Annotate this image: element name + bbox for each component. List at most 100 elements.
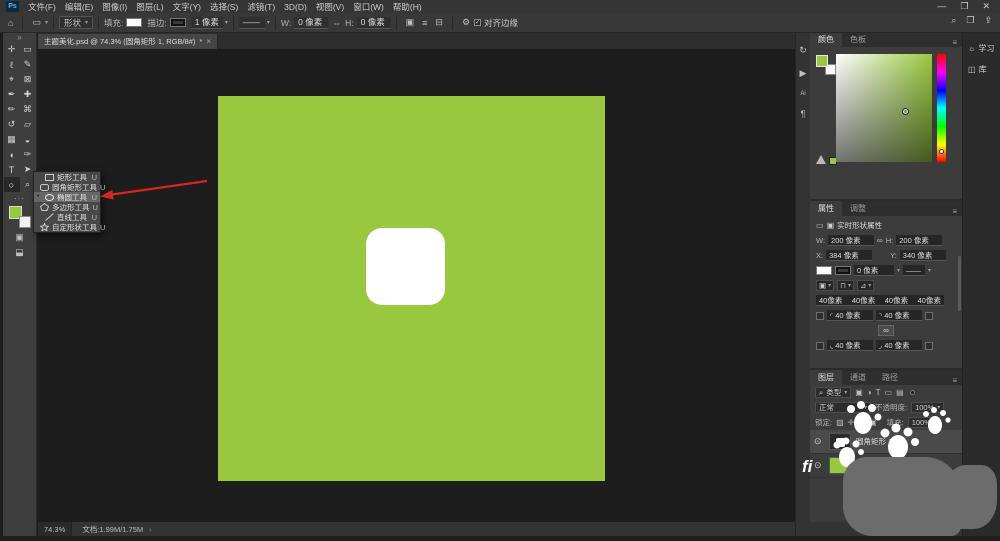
screen-mode-icon[interactable]: ⬓ [3, 247, 36, 258]
flyout-item-polygon[interactable]: 多边形工具 U [34, 202, 100, 212]
lock-position-icon[interactable]: ⊞ [858, 418, 865, 427]
menu-select[interactable]: 选择(S) [210, 1, 238, 13]
menu-window[interactable]: 窗口(W) [353, 1, 384, 13]
link-corners-button[interactable]: ∞ [878, 325, 894, 336]
corner-tl-toggle[interactable] [816, 311, 824, 320]
visibility-eye-icon[interactable]: ⊙ [814, 460, 824, 471]
clone-stamp-tool[interactable]: ⌘ [20, 102, 36, 117]
link-layers-icon[interactable]: ∞ [868, 525, 874, 534]
quick-select-tool[interactable]: ✎ [20, 57, 36, 72]
gear-icon[interactable]: ⚙ [462, 17, 470, 28]
fill-opacity-select[interactable]: 100% ▾ [907, 417, 941, 428]
opacity-select[interactable]: 100% ▾ [911, 402, 945, 413]
blend-mode-select[interactable]: 正常 ▾ [815, 402, 871, 413]
shape-y-field[interactable]: 340 像素 [899, 250, 946, 261]
eyedropper-tool[interactable]: ✒ [4, 87, 20, 102]
stroke-style-field[interactable]: —— [238, 16, 265, 29]
actions-panel-icon[interactable]: ▶ [796, 68, 810, 79]
move-tool[interactable]: ✛ [4, 42, 20, 57]
tool-mode-select[interactable]: 形状 ▾ [58, 16, 93, 29]
panel-menu-icon[interactable]: ≡ [952, 38, 957, 47]
new-group-icon[interactable]: ▱ [918, 525, 924, 534]
current-tool-icon[interactable]: ▭ [32, 17, 41, 28]
shape-stroke-style-field[interactable]: —— [903, 265, 926, 276]
tab-close-icon[interactable]: × [206, 37, 211, 46]
menu-3d[interactable]: 3D(D) [284, 2, 307, 12]
shape-x-field[interactable]: 384 像素 [826, 250, 873, 261]
scrollbar[interactable] [958, 256, 961, 311]
filter-adjustment-icon[interactable]: ◑ [867, 388, 872, 397]
shape-height-field[interactable]: 200 像素 [896, 235, 943, 246]
mask-props-icon[interactable]: ▣ [827, 221, 835, 230]
filter-toggle[interactable] [909, 390, 915, 395]
healing-brush-tool[interactable]: ✚ [20, 87, 36, 102]
height-field[interactable]: 0 像素 [356, 16, 391, 29]
zoom-level-field[interactable]: 74.3% [38, 522, 73, 536]
stroke-caps-select[interactable]: ⊓ ▾ [837, 280, 854, 291]
delete-layer-icon[interactable]: ⌧ [945, 525, 954, 534]
add-mask-icon[interactable]: ◙ [894, 525, 899, 534]
stroke-corners-select[interactable]: ⊿ ▾ [856, 280, 875, 291]
new-layer-icon[interactable]: ⊞ [931, 525, 938, 534]
eraser-tool[interactable]: ▱ [20, 117, 36, 132]
crop-tool[interactable]: ⌖ [4, 72, 20, 87]
visibility-eye-icon[interactable]: ⊙ [814, 436, 824, 447]
fill-swatch[interactable] [126, 18, 143, 27]
flyout-item-line[interactable]: 直线工具 U [34, 212, 100, 222]
filter-pixel-icon[interactable]: ▣ [855, 388, 863, 397]
link-wh-icon[interactable]: ∞ [877, 236, 883, 245]
foreground-swatch[interactable] [816, 55, 828, 67]
workspace-switcher-icon[interactable]: ❐ [966, 15, 974, 26]
restore-button[interactable]: ❐ [960, 1, 968, 12]
stroke-swatch[interactable] [169, 18, 186, 27]
minimize-button[interactable]: — [937, 1, 946, 12]
color-picker-marker[interactable] [902, 108, 910, 115]
share-icon[interactable]: ⇪ [984, 15, 992, 26]
layer-filter-select[interactable]: ⌕ 类型 ▾ [815, 387, 852, 398]
menu-file[interactable]: 文件(F) [28, 1, 56, 13]
layer-style-icon[interactable]: fx [881, 525, 887, 534]
lasso-tool[interactable]: ℓ [4, 57, 20, 72]
history-panel-icon[interactable]: ↻ [796, 45, 810, 56]
flyout-item-rectangle[interactable]: 矩形工具 U [34, 172, 100, 182]
tab-adjustments[interactable]: 调整 [842, 201, 874, 216]
layer-name[interactable]: 背景 [856, 460, 871, 471]
libraries-button[interactable]: ◫ 库 [968, 64, 1000, 75]
document-canvas[interactable] [218, 96, 605, 481]
panel-menu-icon[interactable]: ≡ [952, 207, 957, 216]
tab-paths[interactable]: 路径 [874, 370, 906, 385]
more-tools-icon[interactable]: ··· [3, 194, 36, 203]
dodge-tool[interactable]: ◖ [4, 147, 20, 162]
filter-shape-icon[interactable]: ▭ [885, 388, 893, 397]
menu-help[interactable]: 帮助(H) [393, 1, 422, 13]
shape-width-field[interactable]: 200 像素 [828, 235, 875, 246]
menu-filter[interactable]: 滤镜(T) [247, 1, 275, 13]
lock-transparency-icon[interactable]: ▨ [836, 418, 844, 427]
panel-menu-icon[interactable]: ≡ [952, 376, 957, 385]
pen-tool[interactable]: ✑ [20, 147, 36, 162]
menu-image[interactable]: 图像(I) [102, 1, 127, 13]
path-alignment-icon[interactable]: ≡ [422, 18, 427, 28]
layer-name[interactable]: 圆角矩形 1 [856, 436, 892, 447]
layer-row-background[interactable]: ⊙ 背景 [810, 454, 962, 478]
shape-stroke-width-field[interactable]: 0 像素 [854, 265, 894, 276]
tab-swatches[interactable]: 色板 [842, 32, 874, 47]
tab-color[interactable]: 颜色 [810, 32, 842, 47]
gamut-warning-icon[interactable] [816, 155, 826, 164]
collapse-toolbar-icon[interactable]: » [3, 33, 36, 42]
learn-button[interactable]: ☼ 学习 [968, 43, 1000, 54]
document-tab[interactable]: 主题美化.psd @ 74.3% (圆角矩形 1, RGB/8#) * × [38, 34, 218, 49]
brush-tool[interactable]: ✏ [4, 102, 20, 117]
canvas-area[interactable] [38, 49, 795, 522]
ai-panel-icon[interactable]: Ai [796, 91, 810, 97]
paragraph-panel-icon[interactable]: ¶ [796, 109, 810, 119]
align-edges-checkbox[interactable]: ✓ [474, 19, 482, 26]
menu-layer[interactable]: 图层(L) [136, 1, 163, 13]
corner-tl-field[interactable]: 40 像素 [835, 310, 860, 321]
menu-type[interactable]: 文字(Y) [173, 1, 201, 13]
type-tool[interactable]: T [4, 162, 20, 177]
filter-smartobject-icon[interactable]: ▤ [896, 388, 904, 397]
corner-tr-toggle[interactable] [925, 311, 933, 320]
hue-slider-marker[interactable] [939, 149, 944, 155]
adjustment-layer-icon[interactable]: ◑ [906, 525, 911, 534]
